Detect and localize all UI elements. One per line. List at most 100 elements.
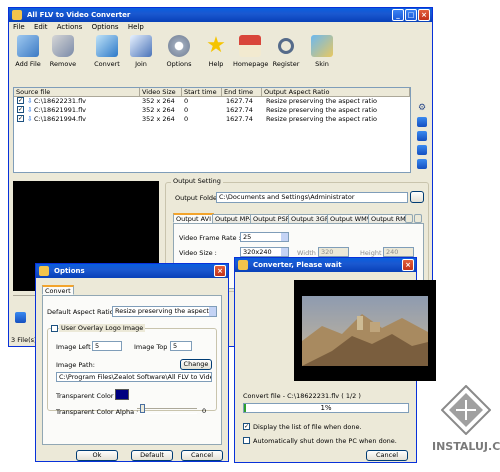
image-left-input[interactable]: 5 (92, 341, 122, 351)
progress-close-button[interactable]: × (402, 259, 414, 271)
tab-output-avi[interactable]: Output AVI (173, 213, 215, 223)
col-output-aspect-ratio[interactable]: Output Aspect Ratio (262, 88, 410, 97)
play-icon[interactable] (15, 312, 26, 323)
gear-icon (168, 35, 190, 57)
shutdown-checkbox[interactable] (243, 437, 250, 444)
file-list[interactable]: Source file Video Size Start time End ti… (13, 87, 411, 173)
video-frame-preview (294, 280, 436, 381)
join-icon (130, 35, 152, 57)
options-close-button[interactable]: × (214, 265, 226, 277)
height-label: Height (360, 249, 382, 257)
remove-icon (52, 35, 74, 57)
close-button[interactable]: × (418, 9, 430, 21)
join-button[interactable]: Join (124, 35, 158, 68)
watermark-diamond (440, 384, 492, 436)
move-bottom-icon[interactable] (417, 159, 427, 169)
home-icon (239, 35, 261, 57)
change-button[interactable]: Change (180, 359, 212, 370)
video-size-select[interactable]: 320x240 (240, 247, 289, 257)
watermark-logo-icon (440, 384, 492, 436)
progress-cancel-button[interactable]: Cancel (366, 450, 408, 461)
alpha-slider-thumb[interactable] (140, 404, 145, 413)
file-icon: ⇩ (27, 115, 33, 123)
output-folder-label: Output Folder: (175, 194, 222, 202)
menu-help[interactable]: Help (128, 23, 144, 31)
image-path-input[interactable]: C:\Program Files\Zealot Software\All FLV… (56, 372, 212, 382)
convert-button[interactable]: Convert (90, 35, 124, 68)
status-file-count: 3 File(s) (11, 336, 37, 344)
remove-button[interactable]: Remove (46, 35, 80, 68)
cancel-button[interactable]: Cancel (181, 450, 223, 461)
output-setting-title: Output Setting (171, 177, 223, 185)
convert-icon (96, 35, 118, 57)
file-icon: ⇩ (27, 106, 33, 114)
progress-dialog: Converter, Please wait × Convert file - … (234, 257, 436, 463)
magnifier-icon (278, 38, 294, 54)
table-row[interactable]: ✓ ⇩ C:\18621994.flv 352 x 264 0 1627.74 … (14, 115, 410, 124)
minimize-button[interactable]: _ (392, 9, 404, 21)
width-input[interactable]: 320 (318, 247, 349, 257)
table-row[interactable]: ✓ ⇩ C:\18622231.flv 352 x 264 0 1627.74 … (14, 97, 410, 106)
add-file-icon (17, 35, 39, 57)
col-video-size[interactable]: Video Size (140, 88, 182, 97)
row-checkbox[interactable]: ✓ (17, 115, 24, 122)
help-button[interactable]: ★ Help (199, 35, 233, 69)
image-top-label: Image Top : (134, 343, 172, 351)
menu-actions[interactable]: Actions (57, 23, 83, 31)
progress-app-icon (238, 260, 248, 270)
output-folder-input[interactable]: C:\Documents and Settings\Administrator (216, 192, 408, 203)
toolbar: Add File Remove Convert Join Options ★ H… (9, 33, 432, 73)
transparent-color-label: Transparent Color : (56, 392, 118, 400)
image-left-label: Image Left : (56, 343, 95, 351)
display-list-label: Display the list of file when done. (253, 423, 362, 431)
aspect-ratio-select[interactable]: Resize preserving the aspect ratio (112, 306, 217, 317)
user-overlay-logo-checkbox[interactable] (51, 325, 58, 332)
col-start-time[interactable]: Start time (182, 88, 222, 97)
alpha-slider[interactable] (137, 408, 197, 414)
homepage-button[interactable]: Homepage (233, 35, 268, 68)
tab-scroll-left-icon[interactable] (405, 214, 413, 223)
col-source-file[interactable]: Source file (14, 88, 140, 97)
file-list-header: Source file Video Size Start time End ti… (14, 88, 410, 97)
height-input[interactable]: 240 (383, 247, 414, 257)
image-top-input[interactable]: 5 (170, 341, 192, 351)
row-checkbox[interactable]: ✓ (17, 106, 24, 113)
options-dialog: Options × Convert Default Aspect Ratio :… (35, 263, 229, 462)
move-down-icon[interactable] (417, 145, 427, 155)
options-button[interactable]: Options (162, 35, 196, 68)
display-list-checkbox[interactable]: ✓ (243, 423, 250, 430)
menu-bar: File Edit Actions Options Help (9, 22, 432, 33)
register-button[interactable]: Register (269, 35, 303, 68)
options-title-bar[interactable]: Options × (36, 264, 228, 278)
frame-rate-select[interactable]: 25 (240, 232, 289, 242)
dropdown-arrow-icon (281, 233, 288, 241)
maximize-button[interactable]: □ (405, 9, 417, 21)
skin-button[interactable]: Skin (305, 35, 339, 68)
file-icon: ⇩ (27, 97, 33, 105)
aspect-ratio-label: Default Aspect Ratio : (47, 308, 118, 316)
add-file-button[interactable]: Add File (11, 35, 45, 68)
table-row[interactable]: ✓ ⇩ C:\18621991.flv 352 x 264 0 1627.74 … (14, 106, 410, 115)
transparent-color-swatch[interactable] (115, 389, 129, 400)
watermark-text: INSTALUJ.CZ (432, 440, 500, 453)
skin-icon (311, 35, 333, 57)
preview-image (302, 296, 428, 366)
ok-button[interactable]: Ok (76, 450, 118, 461)
browse-folder-button[interactable] (410, 191, 424, 203)
default-button[interactable]: Default (131, 450, 173, 461)
menu-edit[interactable]: Edit (34, 23, 48, 31)
progress-title: Converter, Please wait (253, 261, 342, 269)
video-size-label: Video Size : (179, 249, 217, 257)
row-checkbox[interactable]: ✓ (17, 97, 24, 104)
main-title-bar[interactable]: All FLV to Video Converter _ □ × (9, 8, 432, 22)
move-up-icon[interactable] (417, 131, 427, 141)
menu-file[interactable]: File (13, 23, 25, 31)
progress-title-bar[interactable]: Converter, Please wait × (235, 258, 416, 272)
tab-convert[interactable]: Convert (42, 285, 74, 295)
col-end-time[interactable]: End time (222, 88, 262, 97)
convert-status-text: Convert file - C:\18622231.flv ( 1/2 ) (243, 392, 361, 400)
move-top-icon[interactable] (417, 117, 427, 127)
list-settings-icon[interactable]: ⚙ (417, 103, 427, 113)
menu-options[interactable]: Options (92, 23, 119, 31)
tab-scroll-right-icon[interactable] (414, 214, 422, 223)
